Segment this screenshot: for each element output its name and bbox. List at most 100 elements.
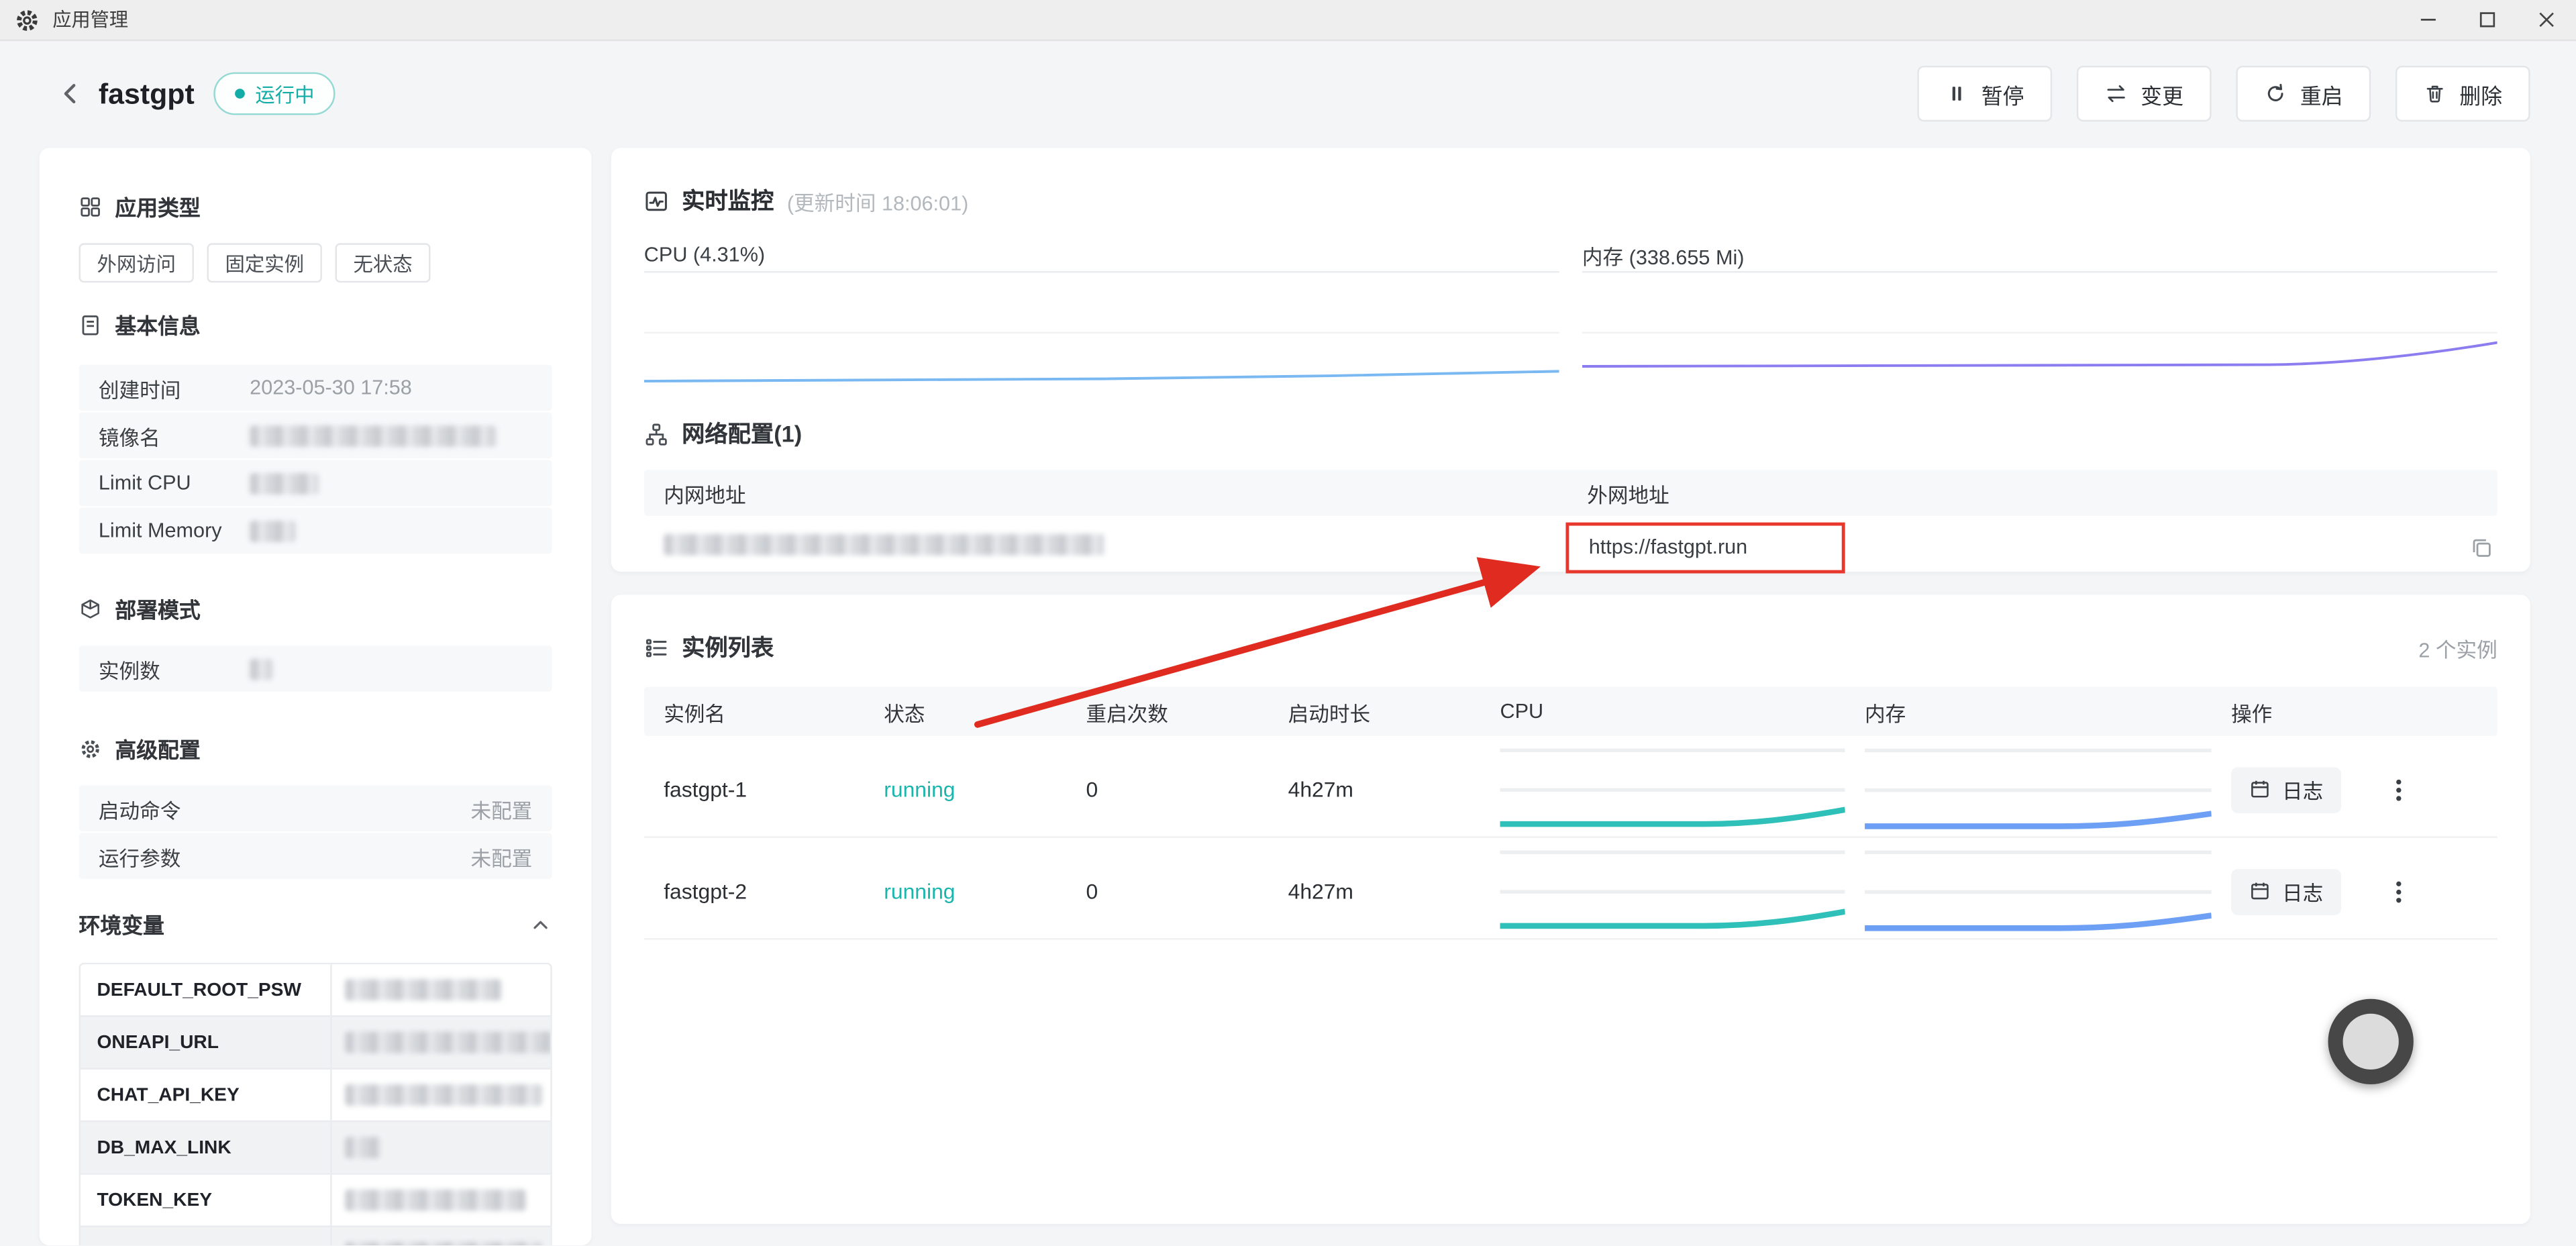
- more-actions-button[interactable]: [2384, 876, 2414, 908]
- col-header-actions: 操作: [2212, 696, 2497, 727]
- section-instance-list: 实例列表 2 个实例: [644, 594, 2497, 664]
- cpu-chart-panel: CPU (4.31%): [644, 238, 1559, 393]
- instances-table-header: 实例名 状态 重启次数 启动时长 CPU 内存 操作: [644, 686, 2497, 735]
- restart-button[interactable]: 重启: [2236, 66, 2371, 121]
- cube-icon: [79, 597, 102, 620]
- instance-cpu-sparkline: [1500, 736, 1845, 844]
- section-env-vars: 环境变量: [79, 908, 552, 940]
- instance-actions-cell: 日志: [2212, 869, 2497, 915]
- instance-status: running: [864, 778, 1066, 802]
- pause-button-label: 暂停: [1981, 78, 2024, 109]
- env-value: [332, 964, 551, 1015]
- chevron-up-icon: [529, 913, 552, 935]
- app-type-tags: 外网访问 固定实例 无状态: [79, 243, 552, 282]
- change-button[interactable]: 变更: [2077, 66, 2212, 121]
- env-row: TOKEN_KEY: [81, 1173, 550, 1225]
- instance-name: fastgpt-1: [644, 778, 864, 802]
- col-header-name: 实例名: [644, 696, 864, 727]
- redacted-value: [664, 534, 1104, 556]
- more-actions-button[interactable]: [2384, 774, 2414, 807]
- instance-list-title-row: 实例列表: [644, 631, 774, 664]
- pause-button[interactable]: 暂停: [1917, 66, 2052, 121]
- pause-icon: [1945, 82, 1968, 105]
- instance-restarts: 0: [1066, 778, 1268, 802]
- info-label: 启动命令: [99, 792, 250, 824]
- col-header-status: 状态: [864, 696, 1066, 727]
- instance-uptime: 4h27m: [1268, 880, 1480, 904]
- env-value: [332, 1175, 551, 1226]
- env-value: [332, 1227, 552, 1245]
- section-basic-info-title: 基本信息: [115, 309, 200, 340]
- memory-chart: [1582, 271, 2497, 393]
- copy-url-button[interactable]: [2469, 535, 2494, 560]
- instance-row: fastgpt-1 running 0 4h27m: [644, 736, 2497, 838]
- delete-icon: [2423, 82, 2446, 105]
- instances-table: 实例名 状态 重启次数 启动时长 CPU 内存 操作 fastgpt-1 run…: [644, 686, 2497, 939]
- info-label: Limit Memory: [99, 519, 250, 542]
- info-value: 2023-05-30 17:58: [250, 376, 412, 399]
- instance-memory-cell: [1845, 838, 2212, 946]
- col-header-memory: 内存: [1845, 696, 2212, 727]
- change-icon: [2104, 82, 2127, 105]
- back-button[interactable]: [49, 72, 92, 115]
- cursor-highlight: [2328, 999, 2414, 1084]
- info-row-start-command: 启动命令 未配置: [79, 785, 552, 831]
- maximize-button[interactable]: [2458, 0, 2517, 40]
- section-advanced-config: 高级配置: [79, 733, 552, 764]
- monitor-updated-time: (更新时间 18:06:01): [787, 185, 968, 216]
- col-header-cpu: CPU: [1480, 700, 1845, 723]
- network-table: 内网地址 外网地址 https://fastgpt.run: [644, 470, 2497, 578]
- gear-icon: [79, 737, 102, 760]
- external-url-text[interactable]: https://fastgpt.run: [1589, 535, 1748, 558]
- app-detail-sidebar: 应用类型 外网访问 固定实例 无状态 基本信息 创建时间 2023-05-30 …: [40, 148, 592, 1245]
- close-button[interactable]: [2517, 0, 2576, 40]
- section-advanced-config-title: 高级配置: [115, 733, 200, 764]
- col-header-uptime: 启动时长: [1268, 696, 1480, 727]
- cpu-chart: [644, 271, 1559, 393]
- env-key: CHAT_API_KEY: [81, 1070, 332, 1121]
- status-badge-label: 运行中: [255, 80, 314, 108]
- env-row: DB_MAX_LINK: [81, 1121, 550, 1173]
- info-row-limit-memory: Limit Memory: [79, 508, 552, 554]
- env-value: [332, 1070, 552, 1121]
- section-basic-info: 基本信息: [79, 309, 552, 340]
- monitor-charts: CPU (4.31%) 内存 (338.655 Mi): [644, 238, 2497, 393]
- tag-fixed-instance: 固定实例: [207, 243, 322, 282]
- log-button[interactable]: 日志: [2231, 767, 2341, 813]
- redacted-value: [345, 1242, 542, 1245]
- redacted-value: [250, 520, 296, 541]
- instance-cpu-cell: [1480, 838, 1845, 946]
- external-url-highlight[interactable]: https://fastgpt.run: [1565, 521, 1845, 572]
- restart-icon: [2264, 82, 2287, 105]
- log-button-label: 日志: [2282, 774, 2323, 806]
- env-key: DB_MAX_LINK: [81, 1122, 332, 1173]
- redacted-value: [250, 472, 319, 494]
- collapse-env-button[interactable]: [529, 913, 552, 935]
- redacted-value: [345, 1032, 552, 1053]
- section-deploy-mode-title: 部署模式: [115, 593, 200, 625]
- log-button[interactable]: 日志: [2231, 869, 2341, 915]
- delete-button[interactable]: 删除: [2395, 66, 2530, 121]
- instance-list-title: 实例列表: [682, 631, 774, 664]
- deploy-rows: 实例数: [79, 645, 552, 692]
- info-label: Limit CPU: [99, 472, 250, 495]
- copy-icon: [2469, 535, 2494, 560]
- env-row: CHAT_API_KEY: [81, 1068, 550, 1121]
- monitor-card: 实时监控 (更新时间 18:06:01) CPU (4.31%) 内存 (338…: [611, 148, 2530, 572]
- info-label: 镜像名: [99, 420, 250, 452]
- instance-cpu-sparkline: [1500, 838, 1845, 946]
- instance-actions-cell: 日志: [2212, 767, 2497, 813]
- col-header-restarts: 重启次数: [1066, 696, 1268, 727]
- instance-count: 2 个实例: [2418, 631, 2497, 663]
- window-titlebar: 应用管理: [0, 0, 2576, 41]
- minimize-button[interactable]: [2399, 0, 2458, 40]
- info-value: 未配置: [470, 792, 532, 824]
- change-button-label: 变更: [2141, 78, 2183, 109]
- memory-chart-panel: 内存 (338.655 Mi): [1582, 238, 2497, 393]
- instance-memory-sparkline: [1865, 736, 2212, 844]
- env-vars-table: DEFAULT_ROOT_PSW ONEAPI_URL CHAT_API_KEY…: [79, 963, 552, 1245]
- env-row: ONEAPI_URL: [81, 1015, 550, 1068]
- internal-address-cell: [644, 534, 1587, 560]
- app-logo-icon: [15, 7, 40, 32]
- info-label: 创建时间: [99, 372, 250, 404]
